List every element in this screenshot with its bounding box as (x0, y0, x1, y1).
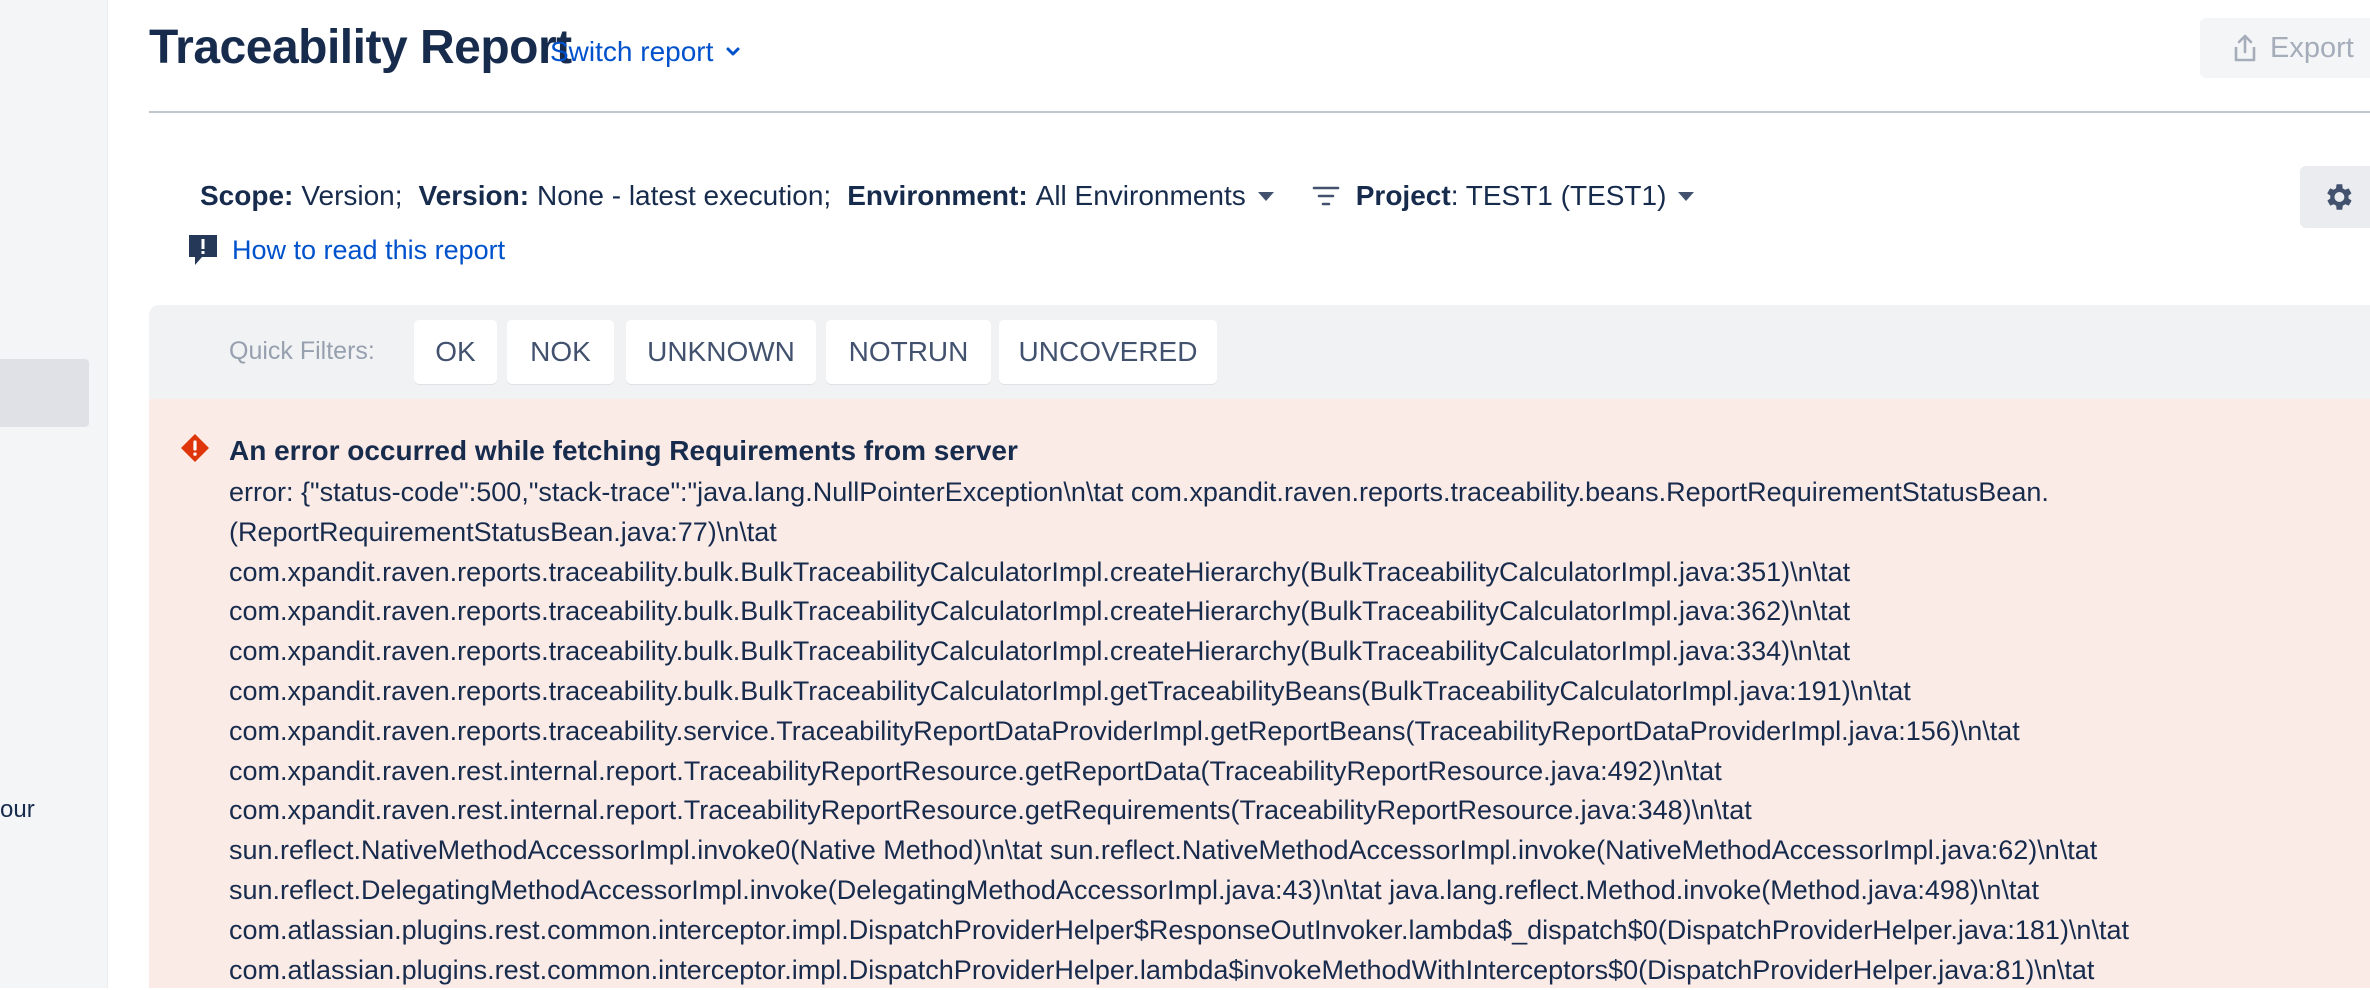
quick-filter-uncovered[interactable]: UNCOVERED (999, 320, 1217, 384)
scope-value: Version; (301, 180, 403, 211)
page-title: Traceability Report (149, 21, 572, 74)
error-icon (181, 434, 209, 462)
switch-report-label: Switch report (550, 36, 714, 67)
version-label: Version: (418, 180, 530, 211)
caret-down-icon (1678, 191, 1695, 201)
error-line: com.xpandit.raven.reports.traceability.s… (229, 715, 2020, 746)
feedback-icon (189, 235, 217, 265)
error-line: sun.reflect.DelegatingMethodAccessorImpl… (229, 874, 2039, 905)
gear-icon (2327, 184, 2352, 210)
export-label: Export (2270, 31, 2354, 64)
environment-label: Environment: (847, 180, 1028, 211)
error-line: com.xpandit.raven.reports.traceability.b… (229, 675, 1911, 706)
quick-filter-unknown[interactable]: UNKNOWN (626, 320, 816, 384)
quick-filter-notrun[interactable]: NOTRUN (826, 320, 991, 384)
sidebar: our (0, 0, 108, 988)
quick-filter-nok[interactable]: NOK (507, 320, 614, 384)
how-to-read-link[interactable]: How to read this report (186, 232, 505, 268)
error-line: com.xpandit.raven.rest.internal.report.T… (229, 755, 1722, 786)
header-divider (149, 111, 2370, 113)
project-dropdown[interactable]: Project : TEST1 (TEST1) (1356, 180, 1695, 212)
settings-button[interactable] (2300, 166, 2370, 228)
environment-dropdown[interactable]: Environment: All Environments (847, 180, 1274, 212)
chevron-down-icon (726, 47, 740, 56)
switch-report-button[interactable]: Switch report (550, 36, 743, 68)
error-line: com.atlassian.plugins.rest.common.interc… (229, 914, 2129, 945)
error-line: (ReportRequirementStatusBean.java:77)\n\… (229, 516, 777, 547)
export-button[interactable]: Export (2200, 18, 2370, 78)
caret-down-icon (1257, 191, 1274, 201)
share-icon (2234, 34, 2256, 62)
project-value: : TEST1 (TEST1) (1450, 180, 1667, 211)
quick-filter-ok[interactable]: OK (414, 320, 497, 384)
error-line: com.atlassian.plugins.rest.common.interc… (229, 954, 2095, 985)
sidebar-text-fragment: our (0, 796, 35, 823)
error-title: An error occurred while fetching Require… (229, 435, 1018, 466)
scope-label: Scope: (200, 180, 294, 211)
error-stack-trace: error: {"status-code":500,"stack-trace":… (229, 473, 2370, 990)
error-line: error: {"status-code":500,"stack-trace":… (229, 477, 2049, 507)
version-value: None - latest execution; (537, 180, 832, 211)
filter-icon (1312, 186, 1340, 206)
quick-filters-label: Quick Filters: (229, 337, 375, 365)
error-line: com.xpandit.raven.reports.traceability.b… (229, 556, 1851, 587)
error-line: com.xpandit.raven.reports.traceability.b… (229, 596, 1851, 627)
environment-value: All Environments (1035, 180, 1246, 211)
scope-bar: Scope: Version; Version: None - latest e… (200, 180, 1695, 212)
how-to-read-label: How to read this report (232, 234, 506, 265)
sidebar-selected-item[interactable] (0, 359, 89, 427)
error-line: com.xpandit.raven.rest.internal.report.T… (229, 795, 1752, 826)
error-line: sun.reflect.NativeMethodAccessorImpl.inv… (229, 835, 2098, 866)
project-label: Project (1355, 180, 1451, 211)
error-line: com.xpandit.raven.reports.traceability.b… (229, 636, 1851, 667)
